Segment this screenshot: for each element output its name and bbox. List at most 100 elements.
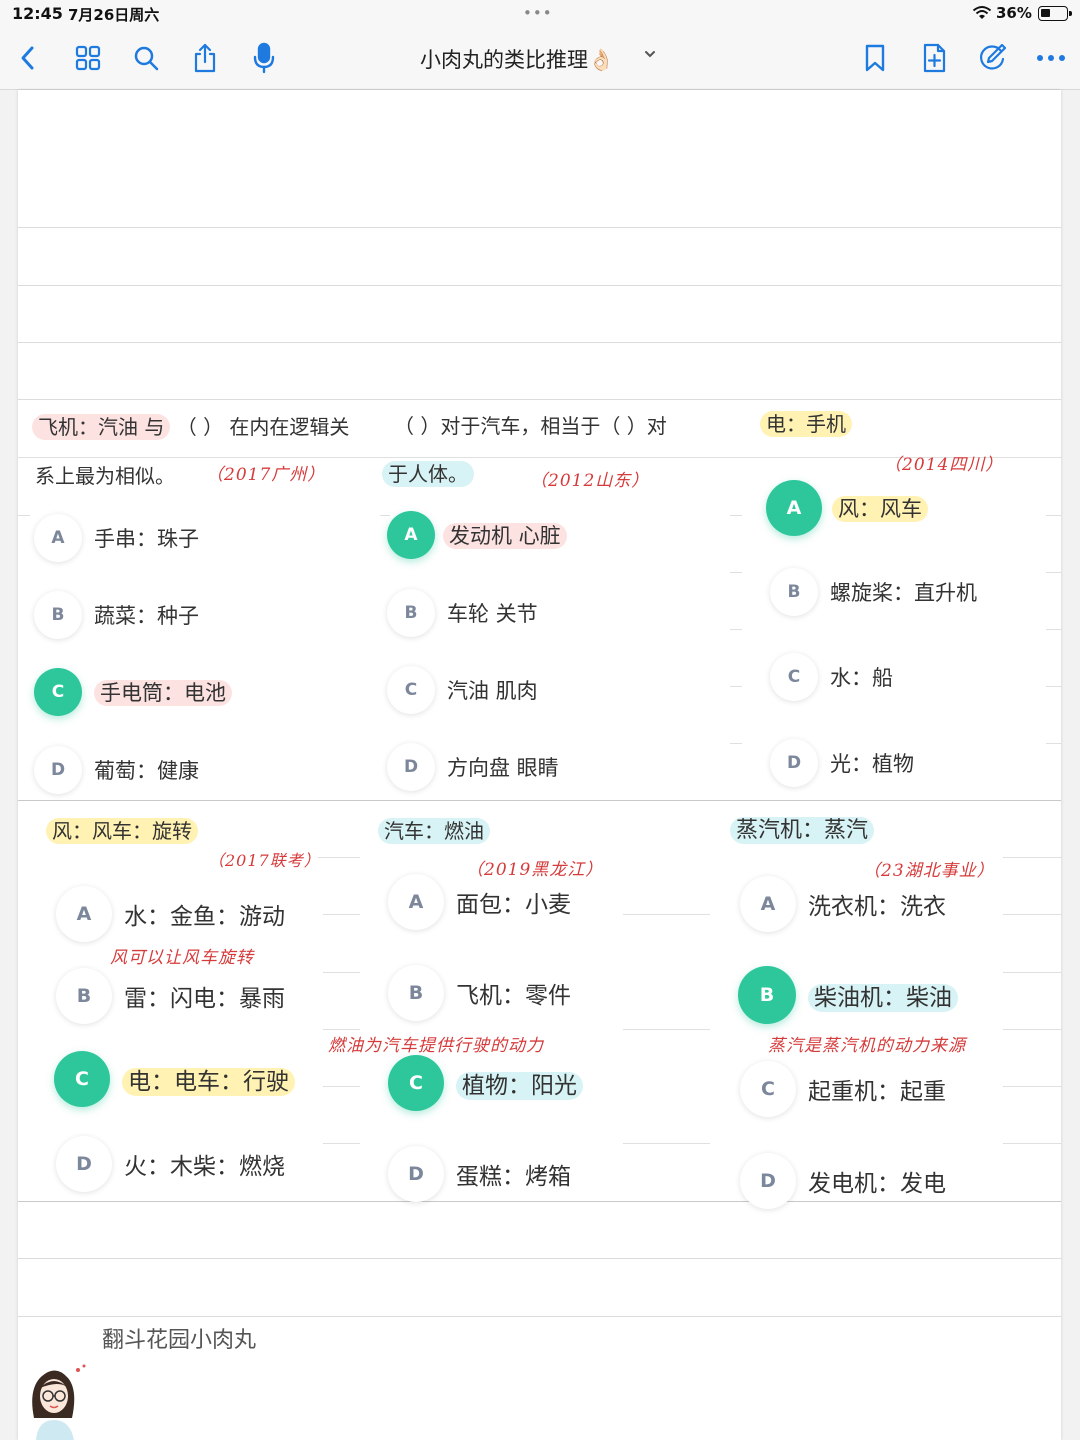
option-letter: D — [387, 743, 435, 791]
microphone-icon[interactable] — [246, 40, 282, 76]
status-time: 12:45 — [12, 4, 63, 23]
option-text: 光：植物 — [830, 752, 914, 776]
option-text: 手电筒：电池 — [94, 680, 232, 706]
q5-option-a[interactable]: A 面包：小麦 — [388, 874, 571, 930]
q5-option-d[interactable]: D 蛋糕：烤箱 — [388, 1146, 571, 1202]
q6-option-a[interactable]: A 洗衣机：洗衣 — [740, 876, 946, 932]
ruled-line — [18, 1316, 1061, 1317]
option-text: 风：风车 — [832, 496, 928, 522]
q1-option-b[interactable]: B 蔬菜：种子 — [34, 591, 199, 639]
search-icon[interactable] — [128, 40, 164, 76]
option-letter: C — [740, 1061, 796, 1117]
q1-option-d[interactable]: D 葡萄：健康 — [34, 746, 199, 794]
question-3-source: （2014四川） — [884, 455, 1004, 475]
question-1-source: （2017广州） — [206, 465, 326, 485]
q6-option-b-selected[interactable]: B 柴油机：柴油 — [738, 966, 958, 1024]
share-icon[interactable] — [187, 40, 223, 76]
ruled-line — [18, 342, 1061, 343]
ruled-line — [18, 1258, 1061, 1259]
question-1-stem-rest: （ ） 在内在逻辑关 — [176, 415, 350, 439]
q4-option-b[interactable]: B 雷：闪电：暴雨 — [56, 968, 285, 1024]
multitask-dots[interactable]: ••• — [523, 4, 553, 22]
q2-option-b[interactable]: B 车轮 关节 — [387, 589, 538, 637]
status-bar: 12:45 7月26日周六 ••• 36% — [0, 0, 1080, 28]
option-letter: D — [770, 739, 818, 787]
author-avatar — [20, 1358, 90, 1440]
option-text: 雷：闪电：暴雨 — [124, 986, 285, 1012]
section-divider — [18, 800, 1061, 801]
q1-option-c-selected[interactable]: C 手电筒：电池 — [34, 668, 232, 716]
option-text: 蛋糕：烤箱 — [456, 1164, 571, 1190]
option-text: 柴油机：柴油 — [808, 984, 958, 1012]
option-text: 洗衣机：洗衣 — [808, 894, 946, 920]
option-text: 电：电车：行驶 — [122, 1068, 295, 1096]
toolbar: 小肉丸的类比推理👌🏻 — [0, 28, 1080, 90]
q6-option-d[interactable]: D 发电机：发电 — [740, 1153, 946, 1209]
q4-option-d[interactable]: D 火：木柴：燃烧 — [56, 1136, 285, 1192]
more-icon[interactable] — [1033, 40, 1069, 76]
option-letter: C — [54, 1051, 110, 1107]
option-letter: B — [738, 966, 796, 1024]
option-text: 葡萄：健康 — [94, 759, 199, 783]
q1-option-a[interactable]: A 手串：珠子 — [34, 514, 199, 562]
option-letter: A — [388, 874, 444, 930]
question-1-stem-line2: 系上最为相似。 — [35, 464, 175, 488]
option-text: 水：船 — [830, 666, 893, 690]
option-text: 飞机：零件 — [456, 983, 571, 1009]
option-letter: A — [766, 480, 822, 536]
q3-option-a-selected[interactable]: A 风：风车 — [766, 480, 928, 536]
wifi-icon — [972, 5, 992, 25]
chevron-down-icon[interactable] — [643, 46, 657, 65]
q6-option-c[interactable]: C 起重机：起重 — [740, 1061, 946, 1117]
markup-icon[interactable] — [974, 40, 1010, 76]
ruled-line — [18, 399, 1061, 400]
battery-percent: 36% — [996, 4, 1032, 22]
option-text: 方向盘 眼睛 — [447, 756, 559, 780]
option-letter: B — [388, 965, 444, 1021]
option-letter: C — [770, 653, 818, 701]
question-2-source: （2012山东） — [530, 471, 650, 491]
question-2-stem-line2: 于人体。 — [382, 460, 474, 488]
q5-option-c-selected[interactable]: C 植物：阳光 — [388, 1055, 583, 1111]
q2-option-c[interactable]: C 汽油 肌肉 — [387, 666, 538, 714]
battery-icon — [1038, 6, 1072, 21]
q3-option-b[interactable]: B 螺旋桨：直升机 — [770, 568, 977, 616]
option-letter: A — [740, 876, 796, 932]
question-4-stem: 风：风车：旋转 — [46, 817, 198, 845]
option-text: 汽油 肌肉 — [447, 679, 538, 703]
option-text: 起重机：起重 — [808, 1079, 946, 1105]
question-1-stem: 飞机：汽油 与 （ ） 在内在逻辑关 — [32, 413, 349, 441]
q4-option-c-selected[interactable]: C 电：电车：行驶 — [54, 1051, 295, 1107]
q2-option-a-selected[interactable]: A 发动机 心脏 — [387, 511, 567, 559]
document-view[interactable]: 飞机：汽油 与 （ ） 在内在逻辑关 系上最为相似。 （2017广州） A 手串… — [0, 90, 1080, 1440]
option-letter: B — [34, 591, 82, 639]
q3-option-d[interactable]: D 光：植物 — [770, 739, 914, 787]
question-4-note: 风可以让风车旋转 — [110, 948, 254, 968]
option-text: 车轮 关节 — [447, 602, 538, 626]
bookmark-icon[interactable] — [857, 40, 893, 76]
question-5-note: 燃油为汽车提供行驶的动力 — [328, 1036, 544, 1056]
q3-option-c[interactable]: C 水：船 — [770, 653, 893, 701]
option-letter: C — [387, 666, 435, 714]
question-6-stem: 蒸汽机：蒸汽 — [730, 817, 875, 845]
option-letter: B — [387, 589, 435, 637]
q2-option-d[interactable]: D 方向盘 眼睛 — [387, 743, 559, 791]
option-text: 发电机：发电 — [808, 1171, 946, 1197]
q5-option-b[interactable]: B 飞机：零件 — [388, 965, 571, 1021]
back-icon[interactable] — [10, 40, 46, 76]
notebook-page[interactable]: 飞机：汽油 与 （ ） 在内在逻辑关 系上最为相似。 （2017广州） A 手串… — [18, 90, 1061, 1440]
option-text: 发动机 心脏 — [443, 523, 567, 549]
option-text: 水：金鱼：游动 — [124, 904, 285, 930]
grid-icon[interactable] — [70, 40, 106, 76]
ruled-line — [18, 227, 1061, 228]
author-name: 翻斗花园小肉丸 — [102, 1328, 257, 1353]
q4-option-a[interactable]: A 水：金鱼：游动 — [56, 886, 285, 942]
option-letter: D — [740, 1153, 796, 1209]
option-text: 螺旋桨：直升机 — [830, 581, 977, 605]
option-text: 植物：阳光 — [456, 1072, 583, 1100]
question-2-stem: （ ）对于汽车，相当于（ ）对 — [394, 414, 667, 438]
add-page-icon[interactable] — [916, 40, 952, 76]
document-title[interactable]: 小肉丸的类比推理👌🏻 — [420, 44, 614, 74]
ruled-line — [18, 285, 1061, 286]
option-letter: D — [56, 1136, 112, 1192]
